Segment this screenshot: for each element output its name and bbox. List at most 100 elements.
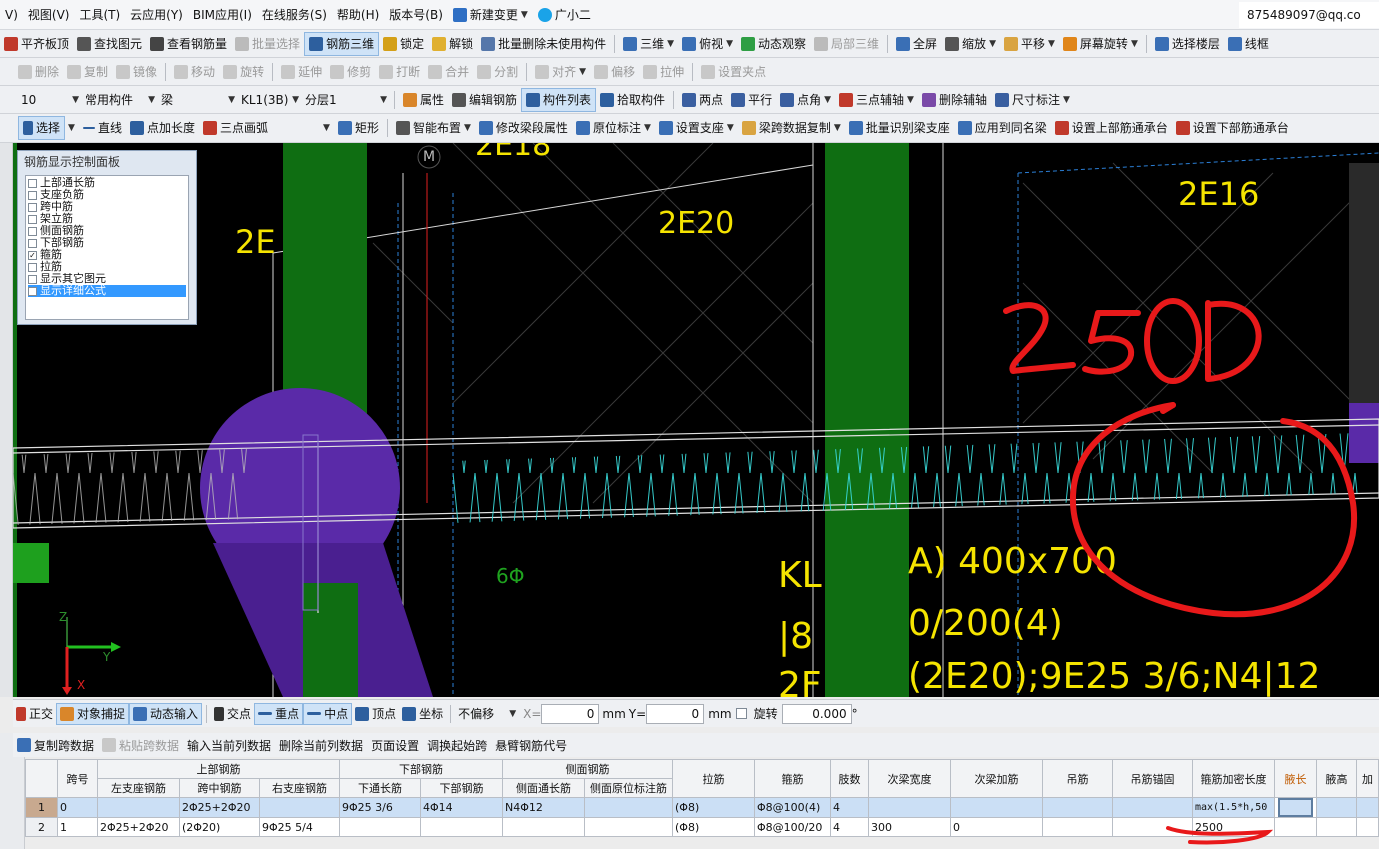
- align-slab-top-button[interactable]: 平齐板顶: [0, 32, 73, 56]
- type-select[interactable]: 梁 ▼: [161, 90, 235, 110]
- dynamic-view-button[interactable]: 动态观察: [737, 32, 810, 56]
- set-support-button[interactable]: 设置支座 ▼: [655, 116, 738, 140]
- mirror-button[interactable]: 镜像: [112, 60, 161, 84]
- cell-more[interactable]: [1356, 797, 1379, 818]
- cell-span[interactable]: 0: [57, 797, 98, 818]
- checkbox[interactable]: [28, 178, 37, 188]
- ortho-button[interactable]: 正交: [13, 703, 56, 725]
- paste-span-button[interactable]: 粘贴跨数据: [98, 737, 183, 754]
- menu-view[interactable]: 视图(V): [23, 0, 75, 29]
- account-field[interactable]: 875489097@qq.co: [1239, 1, 1379, 28]
- line-button[interactable]: 直线: [79, 116, 126, 140]
- menu-help[interactable]: 帮助(H): [332, 0, 384, 29]
- bottom-bar-cap-button[interactable]: 设置下部筋通承台: [1172, 116, 1293, 140]
- checkbox[interactable]: [28, 214, 37, 224]
- cell-haunch-length[interactable]: [1274, 817, 1317, 837]
- category-select[interactable]: 常用构件 ▼: [85, 90, 155, 110]
- smart-layout-button[interactable]: 智能布置 ▼: [392, 116, 475, 140]
- menu-tools[interactable]: 工具(T): [74, 0, 125, 29]
- stretch-button[interactable]: 拉伸: [639, 60, 688, 84]
- screen-rotate-button[interactable]: 屏幕旋转 ▼: [1059, 32, 1142, 56]
- fullscreen-button[interactable]: 全屏: [892, 32, 941, 56]
- rotate-checkbox[interactable]: [735, 708, 747, 719]
- checkbox[interactable]: [28, 286, 37, 296]
- checkbox[interactable]: [28, 262, 37, 272]
- cell-top-right[interactable]: [259, 797, 340, 818]
- view-rebar-qty-button[interactable]: 查看钢筋量: [146, 32, 231, 56]
- cell-bot-through[interactable]: [339, 817, 421, 837]
- chevron-down-icon[interactable]: ▼: [68, 123, 75, 133]
- cell-bot-through[interactable]: 9Φ25 3/6: [339, 797, 421, 818]
- pick-component-button[interactable]: 拾取构件: [596, 88, 669, 112]
- midpoint-button[interactable]: 重点: [254, 702, 304, 725]
- copy-span-data-button[interactable]: 梁跨数据复制 ▼: [738, 116, 845, 140]
- panel-item-formula[interactable]: 显示详细公式: [28, 285, 186, 297]
- three-point-arc-button[interactable]: 三点画弧 ▼: [199, 116, 334, 140]
- copy-button[interactable]: 复制: [63, 60, 112, 84]
- row-number[interactable]: 1: [25, 797, 58, 818]
- cantilever-code-button[interactable]: 悬臂钢筋代号: [491, 737, 571, 754]
- cell-sb-add[interactable]: [950, 797, 1043, 818]
- two-point-button[interactable]: 两点: [678, 88, 727, 112]
- top-bar-cap-button[interactable]: 设置上部筋通承台: [1051, 116, 1172, 140]
- top-view-button[interactable]: 俯视 ▼: [678, 32, 737, 56]
- menu-version[interactable]: 版本号(B): [384, 0, 448, 29]
- cell-top-left[interactable]: 2Φ25+2Φ20: [97, 817, 180, 837]
- cell-sb-width[interactable]: [868, 797, 951, 818]
- trim-button[interactable]: 修剪: [326, 60, 375, 84]
- menu-new-change[interactable]: 新建变更 ▼: [448, 0, 533, 29]
- rebar-3d-button[interactable]: 钢筋三维: [304, 31, 380, 56]
- three-point-axis-button[interactable]: 三点辅轴 ▼: [835, 88, 918, 112]
- cell-top-mid[interactable]: 2Φ25+2Φ20: [179, 797, 260, 818]
- center-point-button[interactable]: 中点: [303, 702, 353, 725]
- original-mark-button[interactable]: 原位标注 ▼: [572, 116, 655, 140]
- checkbox[interactable]: [28, 202, 37, 212]
- pan-button[interactable]: 平移 ▼: [1000, 32, 1059, 56]
- move-button[interactable]: 移动: [170, 60, 219, 84]
- cell-side-orig[interactable]: [584, 797, 673, 818]
- break-button[interactable]: 打断: [375, 60, 424, 84]
- delete-column-button[interactable]: 删除当前列数据: [275, 737, 367, 754]
- cell-more[interactable]: [1356, 817, 1379, 837]
- point-angle-button[interactable]: 点角 ▼: [776, 88, 835, 112]
- row-number[interactable]: 2: [25, 817, 58, 837]
- cell-hanger[interactable]: [1042, 817, 1113, 837]
- coordinate-button[interactable]: 坐标: [399, 703, 446, 725]
- cell-hanger[interactable]: [1042, 797, 1113, 818]
- y-input[interactable]: 0: [646, 703, 705, 724]
- align-button[interactable]: 对齐 ▼: [531, 60, 590, 84]
- cell-haunch-height[interactable]: [1316, 817, 1357, 837]
- point-length-button[interactable]: 点加长度: [126, 116, 199, 140]
- component-list-button[interactable]: 构件列表: [521, 87, 597, 112]
- cell-haunch-length[interactable]: [1278, 798, 1313, 817]
- cell-bot-bar[interactable]: [420, 817, 503, 837]
- checkbox-checked[interactable]: ✓: [28, 250, 37, 260]
- cell-top-left[interactable]: [97, 797, 180, 818]
- swap-start-button[interactable]: 调换起始跨: [423, 737, 491, 754]
- input-column-button[interactable]: 输入当前列数据: [183, 737, 275, 754]
- rotate-button[interactable]: 旋转: [219, 60, 268, 84]
- unlock-button[interactable]: 解锁: [428, 32, 477, 56]
- component-select[interactable]: KL1(3B) ▼: [241, 90, 299, 110]
- page-setup-button[interactable]: 页面设置: [367, 737, 423, 754]
- find-element-button[interactable]: 查找图元: [73, 32, 146, 56]
- cell-top-mid[interactable]: (2Φ20): [179, 817, 260, 837]
- floor-select[interactable]: 10 ▼: [21, 90, 79, 110]
- local-3d-button[interactable]: 局部三维: [810, 32, 883, 56]
- batch-identify-button[interactable]: 批量识别梁支座: [845, 116, 954, 140]
- batch-delete-unused-button[interactable]: 批量删除未使用构件: [477, 32, 610, 56]
- zoom-button[interactable]: 缩放 ▼: [941, 32, 1000, 56]
- menu-file[interactable]: V): [0, 0, 23, 29]
- cell-span[interactable]: 1: [57, 817, 98, 837]
- select-button[interactable]: 选择: [18, 116, 66, 140]
- rotate-input[interactable]: 0.000: [781, 703, 852, 724]
- lock-button[interactable]: 锁定: [379, 32, 428, 56]
- batch-select-button[interactable]: 批量选择: [231, 32, 304, 56]
- 3d-button[interactable]: 三维 ▼: [619, 32, 678, 56]
- menu-assistant[interactable]: 广小二: [533, 0, 596, 29]
- x-input[interactable]: 0: [541, 703, 600, 724]
- cell-bot-bar[interactable]: 4Φ14: [420, 797, 503, 818]
- cell-tie[interactable]: (Φ8): [672, 797, 755, 818]
- menu-online[interactable]: 在线服务(S): [257, 0, 332, 29]
- cell-stirrup[interactable]: Φ8@100(4): [754, 797, 831, 818]
